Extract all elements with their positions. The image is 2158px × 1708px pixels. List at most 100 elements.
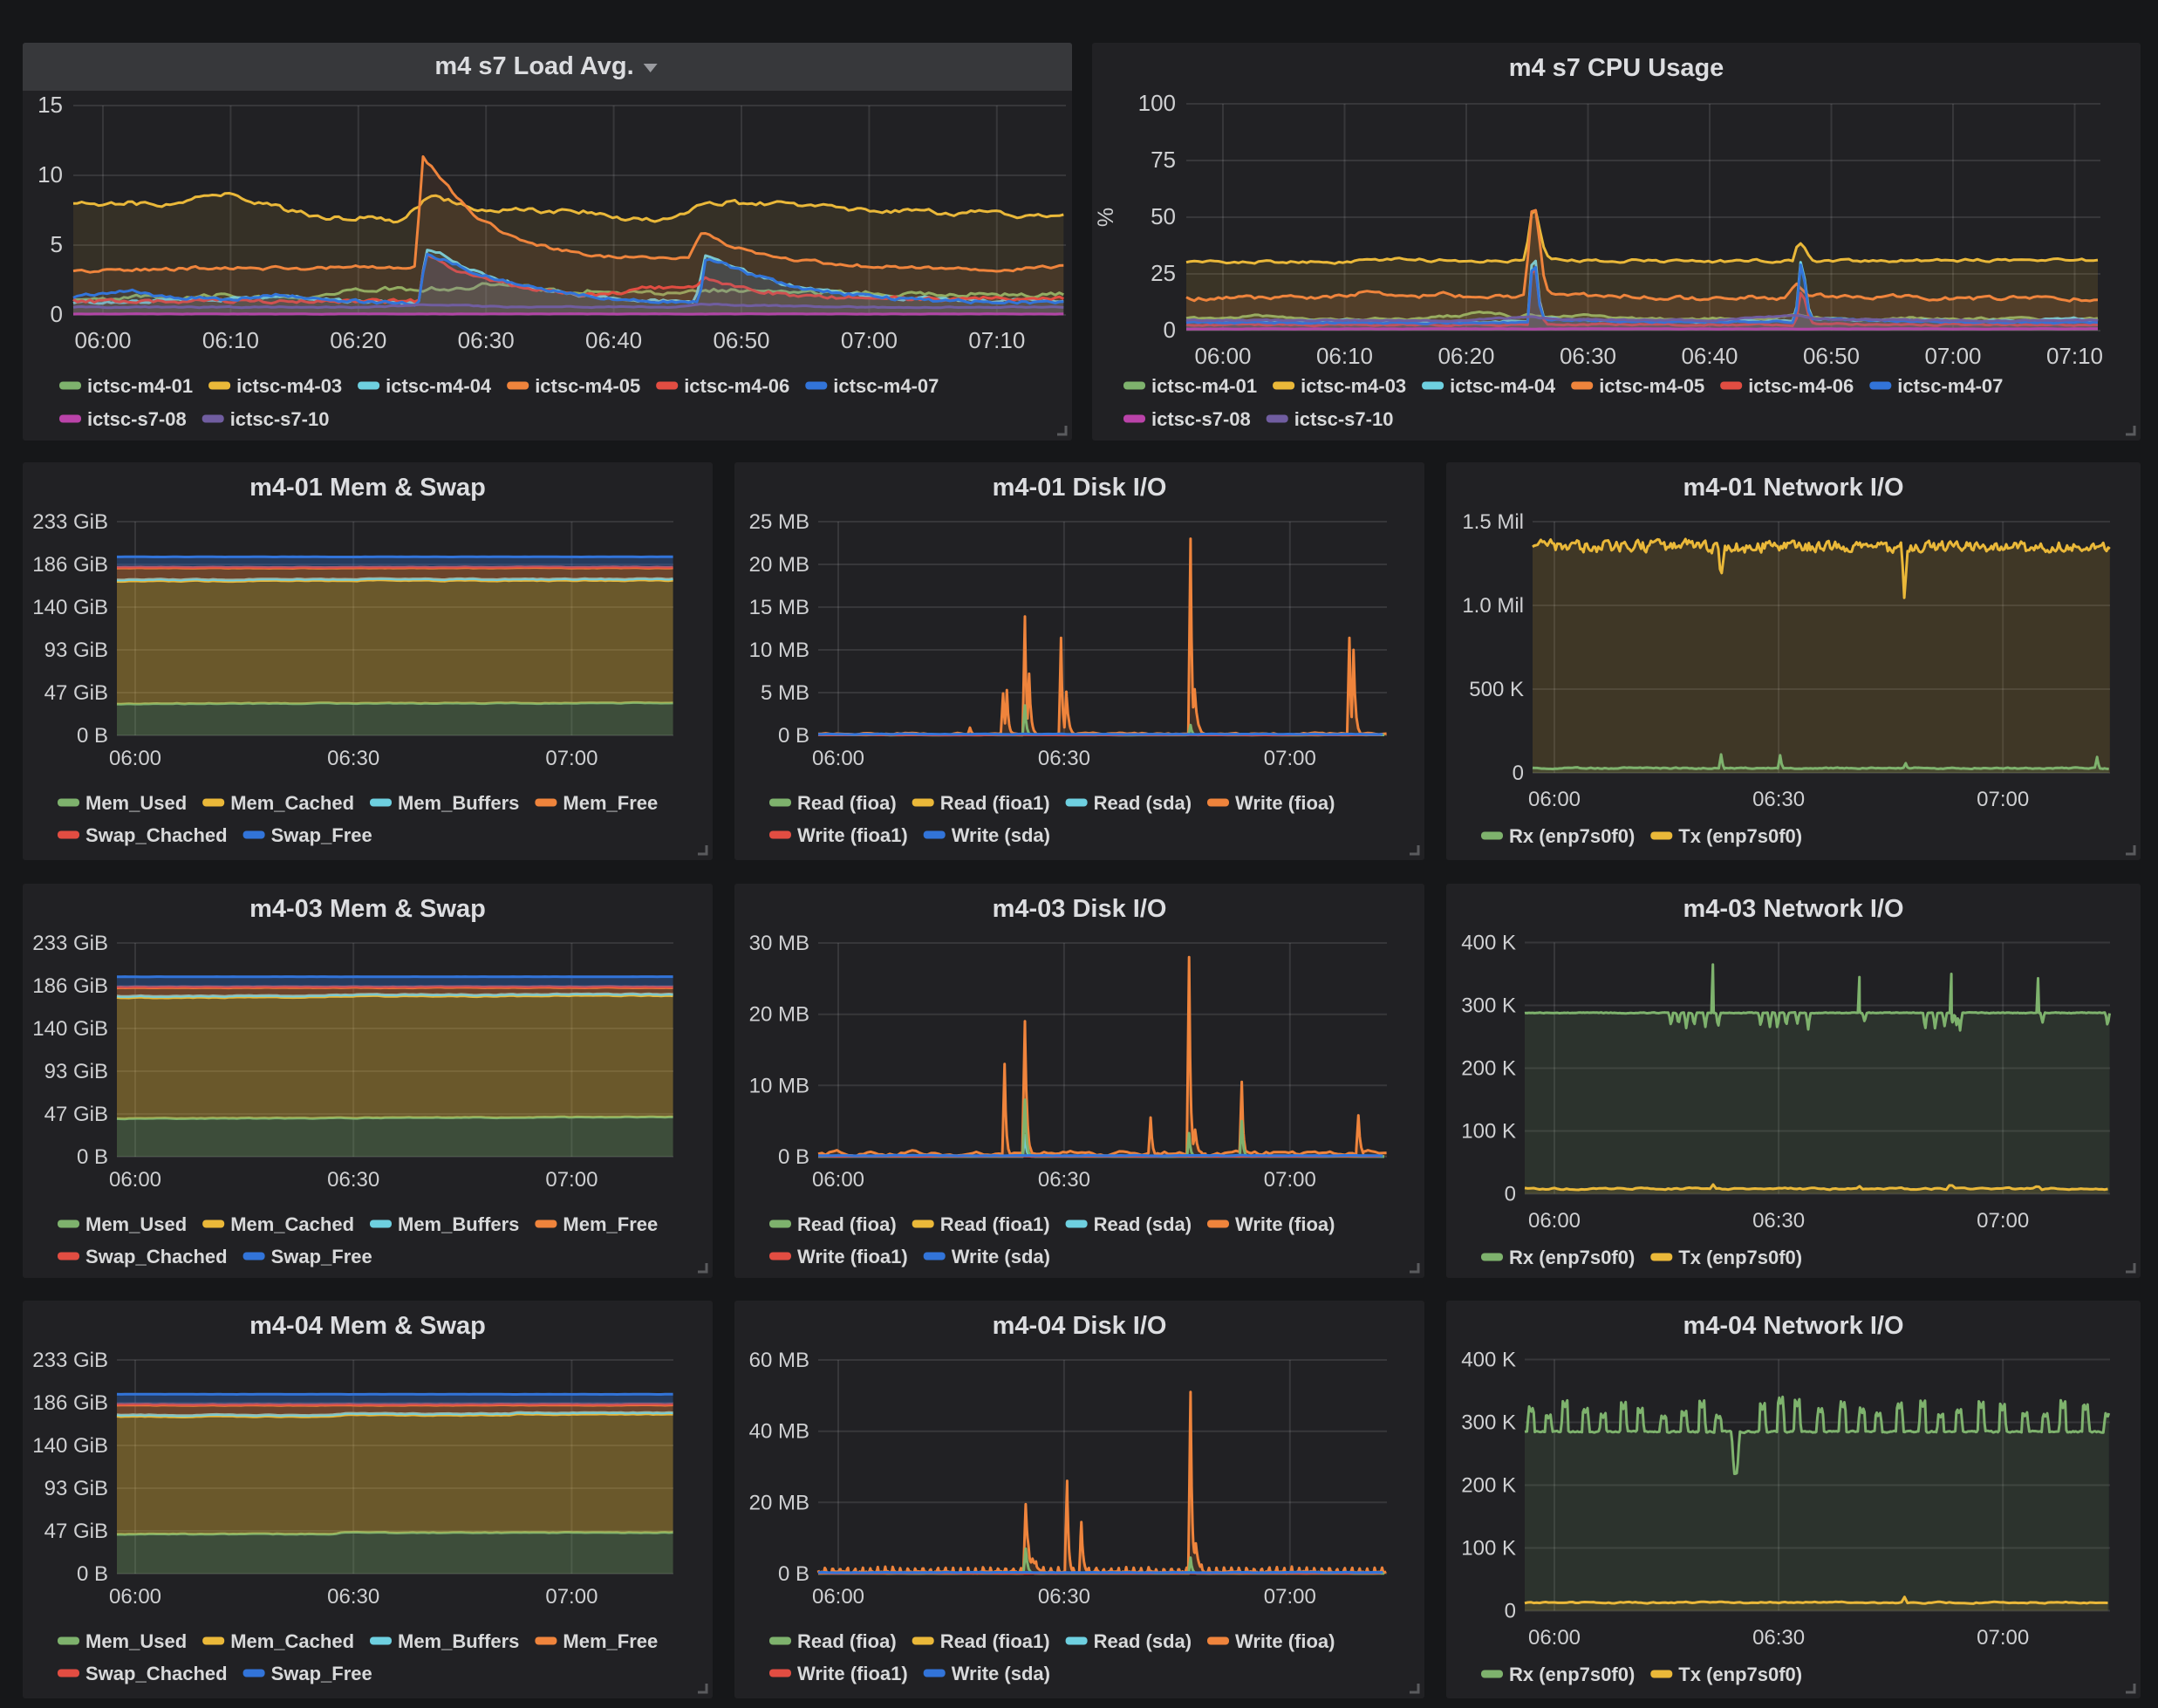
svg-text:m4-01 Network I/O: m4-01 Network I/O	[1683, 474, 1903, 502]
svg-text:06:00: 06:00	[1528, 788, 1581, 811]
svg-text:0 B: 0 B	[778, 1145, 809, 1169]
svg-text:Mem_Used: Mem_Used	[85, 1630, 187, 1652]
svg-text:1.0 Mil: 1.0 Mil	[1462, 594, 1524, 618]
svg-text:5 MB: 5 MB	[761, 681, 809, 705]
svg-text:93 GiB: 93 GiB	[44, 1477, 108, 1500]
svg-text:140 GiB: 140 GiB	[32, 1434, 108, 1458]
svg-text:06:50: 06:50	[1803, 343, 1860, 369]
svg-text:Rx (enp7s0f0): Rx (enp7s0f0)	[1509, 1247, 1635, 1268]
svg-text:10 MB: 10 MB	[749, 639, 809, 662]
svg-text:Swap_Chached: Swap_Chached	[85, 1246, 228, 1267]
svg-text:ictsc-m4-03: ictsc-m4-03	[1301, 375, 1406, 397]
svg-text:06:30: 06:30	[1752, 788, 1805, 811]
svg-text:300 K: 300 K	[1461, 994, 1516, 1018]
svg-text:Rx (enp7s0f0): Rx (enp7s0f0)	[1509, 825, 1635, 847]
svg-text:0: 0	[1505, 1183, 1516, 1206]
svg-text:200 K: 200 K	[1461, 1057, 1516, 1081]
svg-text:25 MB: 25 MB	[749, 510, 809, 534]
svg-text:Mem_Buffers: Mem_Buffers	[398, 792, 519, 814]
svg-text:Tx (enp7s0f0): Tx (enp7s0f0)	[1678, 1247, 1802, 1268]
svg-text:ictsc-m4-04: ictsc-m4-04	[386, 375, 492, 397]
svg-text:Write (fioa1): Write (fioa1)	[797, 1663, 908, 1684]
svg-text:06:00: 06:00	[812, 747, 864, 770]
svg-text:ictsc-m4-05: ictsc-m4-05	[535, 375, 640, 397]
svg-text:Mem_Free: Mem_Free	[563, 1213, 658, 1235]
svg-text:186 GiB: 186 GiB	[32, 1391, 108, 1415]
svg-text:06:50: 06:50	[713, 327, 769, 353]
svg-text:07:10: 07:10	[2046, 343, 2103, 369]
svg-text:233 GiB: 233 GiB	[32, 510, 108, 534]
svg-text:Read (sda): Read (sda)	[1094, 1630, 1192, 1652]
svg-text:93 GiB: 93 GiB	[44, 639, 108, 662]
svg-text:Tx (enp7s0f0): Tx (enp7s0f0)	[1678, 825, 1802, 847]
svg-text:Read (fioa): Read (fioa)	[797, 1213, 897, 1235]
svg-text:47 GiB: 47 GiB	[44, 681, 108, 705]
svg-text:Tx (enp7s0f0): Tx (enp7s0f0)	[1678, 1664, 1802, 1685]
svg-text:ictsc-m4-01: ictsc-m4-01	[87, 375, 193, 397]
svg-text:100: 100	[1138, 90, 1176, 116]
svg-text:06:00: 06:00	[1528, 1626, 1581, 1650]
svg-text:0 B: 0 B	[77, 1145, 108, 1169]
svg-text:20 MB: 20 MB	[749, 1003, 809, 1027]
svg-text:m4 s7 CPU Usage: m4 s7 CPU Usage	[1509, 54, 1724, 82]
svg-text:10 MB: 10 MB	[749, 1074, 809, 1097]
svg-text:ictsc-s7-10: ictsc-s7-10	[1294, 408, 1394, 430]
svg-text:0: 0	[1505, 1600, 1516, 1623]
svg-text:07:00: 07:00	[545, 1585, 598, 1609]
svg-text:06:30: 06:30	[1752, 1209, 1805, 1233]
svg-text:60 MB: 60 MB	[749, 1349, 809, 1372]
svg-text:07:00: 07:00	[1977, 1626, 2029, 1650]
svg-text:06:30: 06:30	[327, 1585, 379, 1609]
svg-text:06:10: 06:10	[1316, 343, 1373, 369]
svg-text:ictsc-s7-08: ictsc-s7-08	[1151, 408, 1251, 430]
svg-text:Mem_Cached: Mem_Cached	[230, 1213, 354, 1235]
svg-text:93 GiB: 93 GiB	[44, 1060, 108, 1083]
svg-text:06:00: 06:00	[812, 1168, 864, 1192]
svg-text:m4 s7 Load Avg.: m4 s7 Load Avg.	[434, 52, 633, 80]
svg-text:20 MB: 20 MB	[749, 1491, 809, 1514]
svg-text:m4-01 Mem & Swap: m4-01 Mem & Swap	[249, 474, 486, 502]
svg-text:ictsc-m4-06: ictsc-m4-06	[684, 375, 789, 397]
svg-text:06:30: 06:30	[458, 327, 515, 353]
svg-text:Read (fioa1): Read (fioa1)	[940, 1630, 1050, 1652]
svg-text:06:00: 06:00	[74, 327, 131, 353]
svg-text:Mem_Free: Mem_Free	[563, 1630, 658, 1652]
svg-text:06:30: 06:30	[327, 747, 379, 770]
svg-text:07:00: 07:00	[1264, 1168, 1316, 1192]
svg-text:400 K: 400 K	[1461, 932, 1516, 955]
svg-text:07:00: 07:00	[1977, 1209, 2029, 1233]
svg-text:m4-03 Mem & Swap: m4-03 Mem & Swap	[249, 895, 486, 923]
svg-text:06:30: 06:30	[327, 1168, 379, 1192]
svg-text:06:20: 06:20	[1438, 343, 1494, 369]
svg-text:20 MB: 20 MB	[749, 553, 809, 577]
svg-text:06:30: 06:30	[1560, 343, 1616, 369]
svg-text:Swap_Free: Swap_Free	[271, 1663, 372, 1684]
svg-text:Write (fioa1): Write (fioa1)	[797, 1246, 908, 1267]
svg-text:40 MB: 40 MB	[749, 1420, 809, 1444]
svg-text:15: 15	[38, 92, 63, 118]
svg-text:ictsc-m4-07: ictsc-m4-07	[1897, 375, 2003, 397]
svg-text:Swap_Chached: Swap_Chached	[85, 1663, 228, 1684]
svg-text:30 MB: 30 MB	[749, 932, 809, 955]
svg-text:Swap_Free: Swap_Free	[271, 824, 372, 846]
svg-text:06:00: 06:00	[109, 1168, 161, 1192]
svg-text:100 K: 100 K	[1461, 1120, 1516, 1144]
svg-text:07:00: 07:00	[545, 747, 598, 770]
svg-text:Mem_Used: Mem_Used	[85, 1213, 187, 1235]
svg-text:06:30: 06:30	[1038, 1168, 1090, 1192]
svg-text:Read (fioa): Read (fioa)	[797, 792, 897, 814]
svg-text:Mem_Cached: Mem_Cached	[230, 792, 354, 814]
svg-text:0: 0	[1513, 762, 1524, 785]
svg-text:07:00: 07:00	[1264, 1585, 1316, 1609]
svg-text:ictsc-m4-06: ictsc-m4-06	[1748, 375, 1854, 397]
svg-text:06:00: 06:00	[1528, 1209, 1581, 1233]
svg-text:ictsc-s7-08: ictsc-s7-08	[87, 408, 187, 430]
svg-text:Rx (enp7s0f0): Rx (enp7s0f0)	[1509, 1664, 1635, 1685]
svg-text:m4-04 Mem & Swap: m4-04 Mem & Swap	[249, 1312, 486, 1340]
svg-text:07:00: 07:00	[1924, 343, 1981, 369]
svg-text:Read (fioa1): Read (fioa1)	[940, 792, 1050, 814]
svg-text:500 K: 500 K	[1469, 678, 1524, 701]
svg-text:0 B: 0 B	[77, 1562, 108, 1586]
svg-text:Write (sda): Write (sda)	[952, 1246, 1050, 1267]
svg-text:%: %	[1094, 208, 1118, 227]
